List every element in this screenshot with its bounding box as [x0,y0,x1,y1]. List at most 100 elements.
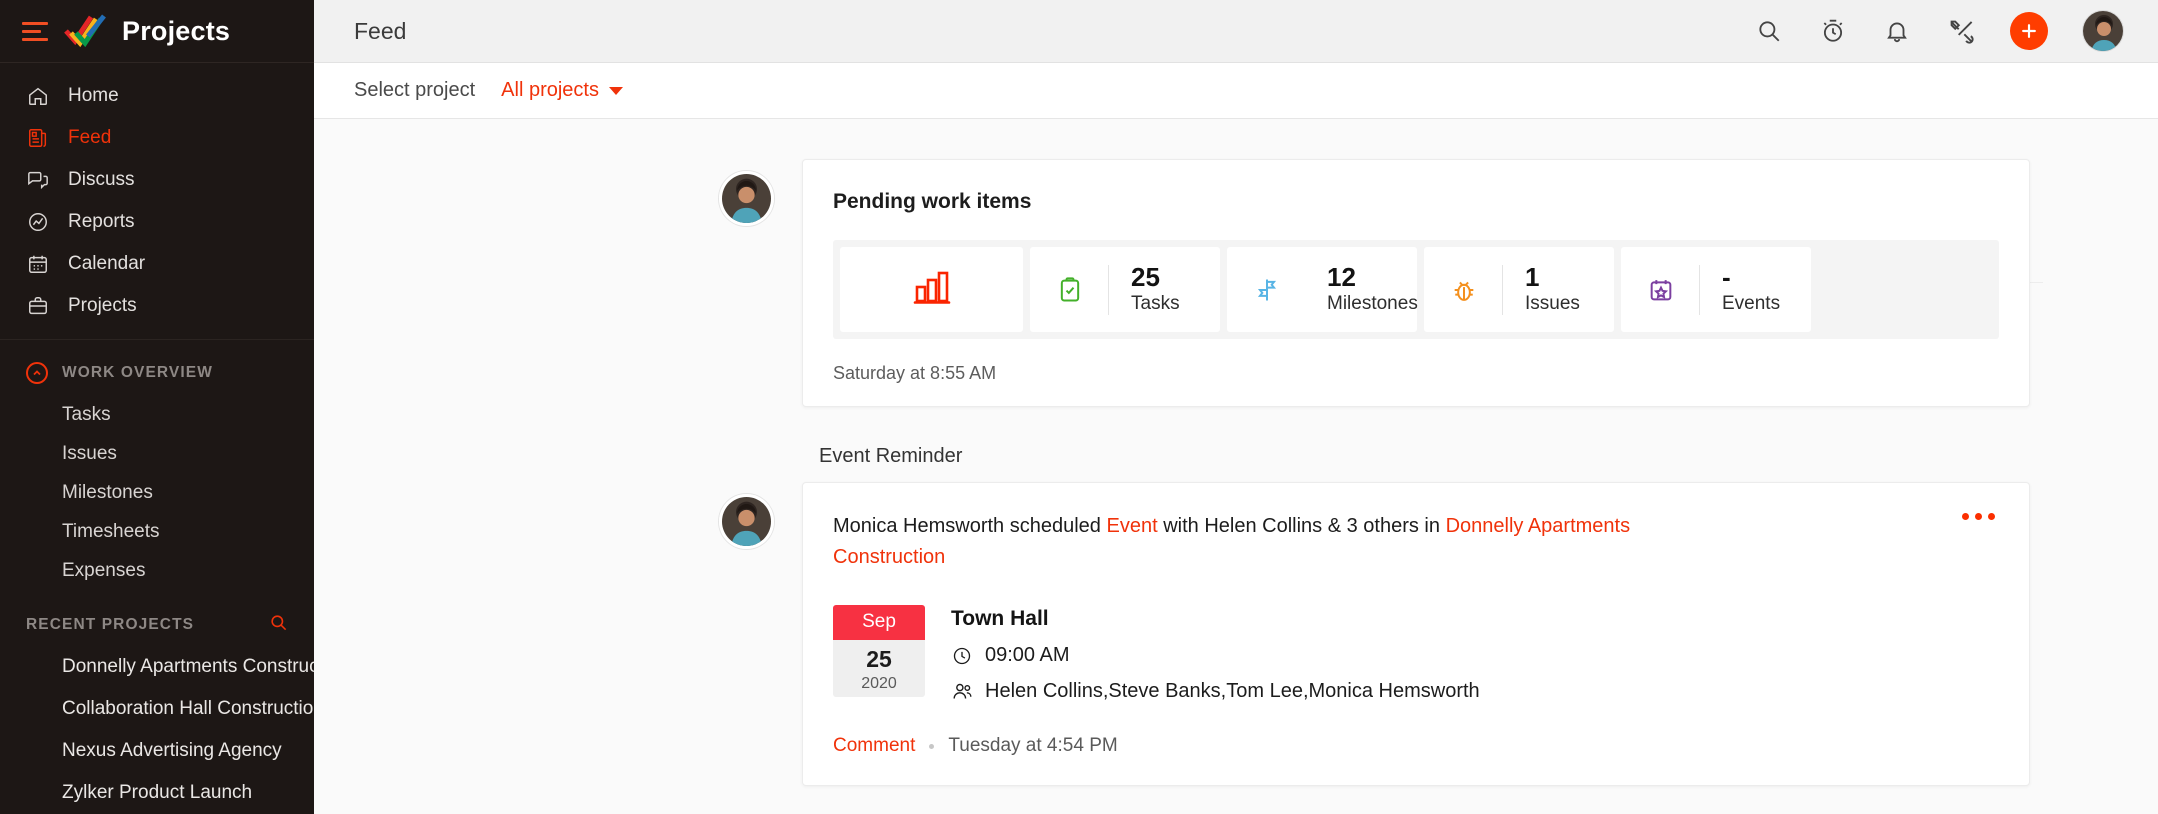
sidebar-item-discuss[interactable]: Discuss [0,159,314,201]
hamburger-icon[interactable] [22,21,48,41]
discuss-icon [26,168,50,192]
people-icon [951,681,973,703]
divider [1699,264,1700,315]
avatar[interactable] [719,171,774,226]
app-root: Projects Home Feed Discuss Reports Calen… [0,0,2158,814]
stat-events[interactable]: - Events [1621,247,1811,332]
home-icon [26,84,50,108]
event-actor: Monica Hemsworth [833,515,1005,537]
brand-header: Projects [0,0,314,63]
calendar-star-icon [1645,274,1677,306]
all-projects-dropdown[interactable]: All projects [501,79,623,102]
sidebar: Projects Home Feed Discuss Reports Calen… [0,0,314,814]
card-title: Pending work items [833,190,1032,213]
stat-value: - [1722,262,1731,293]
search-icon[interactable] [269,613,288,637]
milestone-flag-icon [1251,274,1283,306]
sidebar-item-issues[interactable]: Issues [0,434,314,473]
sidebar-item-label: Reports [68,211,135,232]
sidebar-item-feed[interactable]: Feed [0,117,314,159]
sidebar-item-timesheets[interactable]: Timesheets [0,513,314,552]
event-day: 25 [866,646,892,672]
search-icon[interactable] [1754,16,1784,46]
reports-icon [26,210,50,234]
all-projects-value: All projects [501,79,599,101]
sidebar-project-zylker[interactable]: Zylker Product Launch [0,772,314,814]
stat-tasks[interactable]: 25 Tasks [1030,247,1220,332]
sidebar-item-milestones[interactable]: Milestones [0,473,314,512]
select-project-label: Select project [354,79,476,101]
top-bar: Feed [314,0,2158,63]
projects-icon [26,294,50,318]
stat-value: 12 [1327,262,1356,293]
stat-milestones[interactable]: 12 Milestones [1227,247,1418,332]
event-verb: scheduled [1009,515,1101,537]
event-details: Sep 25 2020 Town Hall 09:00 AM Helen Col… [833,605,1999,703]
stat-label: Issues [1525,293,1580,315]
event-attendees: Helen Collins,Steve Banks,Tom Lee,Monica… [985,680,1480,702]
sidebar-item-label: Feed [68,127,112,148]
sidebar-item-label: Calendar [68,253,146,274]
sidebar-item-label: Discuss [68,169,135,190]
page-title: Feed [354,17,407,44]
event-activity-line: Monica Hemsworth scheduled Event with He… [833,511,1673,573]
sidebar-project-label: Nexus Advertising Agency [62,740,282,762]
more-options-icon[interactable] [1962,513,1995,520]
chevron-up-icon[interactable] [26,362,48,385]
stat-value: 1 [1525,262,1540,293]
divider [1108,264,1109,315]
sidebar-project-label: Zylker Product Launch [62,782,253,804]
sidebar-item-calendar[interactable]: Calendar [0,243,314,285]
main-area: Feed Select project All projects Pending… [314,0,2158,814]
stat-value: 25 [1131,262,1160,293]
sidebar-project-label: Donnelly Apartments Construction [62,656,314,677]
sidebar-item-projects[interactable]: Projects [0,285,314,327]
bar-chart-icon [911,267,953,312]
sidebar-item-label: Projects [68,295,137,316]
add-button[interactable] [2010,12,2048,50]
sidebar-item-home[interactable]: Home [0,75,314,117]
event-object-link[interactable]: Event [1106,515,1157,537]
clock-icon [951,645,973,667]
sidebar-sub-label: Tasks [62,403,111,425]
avatar[interactable] [2082,10,2124,52]
avatar[interactable] [719,494,774,549]
event-year: 2020 [861,674,897,692]
separator-dot [929,743,935,749]
sidebar-sub-label: Timesheets [62,521,160,543]
event-footer: Comment Tuesday at 4:54 PM [833,735,1999,757]
event-date-badge: Sep 25 2020 [833,605,925,697]
stat-chart-tile[interactable] [840,247,1023,332]
feed-content: Pending work items 25 Tasks 12 Milestone… [314,119,2158,814]
pending-work-items-card: Pending work items 25 Tasks 12 Milestone… [802,159,2030,407]
project-selector-bar: Select project All projects [314,63,2158,119]
sidebar-project-nexus[interactable]: Nexus Advertising Agency [0,730,314,772]
tools-icon[interactable] [1946,16,1976,46]
section-title: WORK OVERVIEW [62,364,213,382]
sidebar-sub-label: Issues [62,442,117,464]
chevron-down-icon [608,86,623,95]
event-time: 09:00 AM [985,644,1070,666]
stat-issues[interactable]: 1 Issues [1424,247,1614,332]
card-timestamp: Saturday at 8:55 AM [833,363,997,383]
sidebar-sub-label: Expenses [62,560,146,582]
stat-label: Milestones [1327,293,1418,315]
sidebar-item-tasks[interactable]: Tasks [0,395,314,434]
section-work-overview[interactable]: WORK OVERVIEW [0,352,314,395]
event-reminder-card: Monica Hemsworth scheduled Event with He… [802,482,2030,786]
sidebar-item-label: Home [68,85,119,106]
sidebar-item-reports[interactable]: Reports [0,201,314,243]
event-attendees-row: Helen Collins,Steve Banks,Tom Lee,Monica… [951,680,1480,703]
timer-icon[interactable] [1818,16,1848,46]
sidebar-project-donnelly[interactable]: Donnelly Apartments Construction [0,646,314,688]
sidebar-nav: Home Feed Discuss Reports Calendar Proje… [0,63,314,340]
feed-item-pending: Pending work items 25 Tasks 12 Milestone… [314,159,2158,407]
brand-title: Projects [122,15,231,46]
notification-bell-icon[interactable] [1882,16,1912,46]
sidebar-project-collaboration-hall[interactable]: Collaboration Hall Construction [0,688,314,730]
sidebar-sub-label: Milestones [62,482,153,503]
comment-button[interactable]: Comment [833,735,915,757]
task-clipboard-icon [1054,274,1086,306]
stat-label: Tasks [1131,293,1180,315]
sidebar-item-expenses[interactable]: Expenses [0,552,314,591]
